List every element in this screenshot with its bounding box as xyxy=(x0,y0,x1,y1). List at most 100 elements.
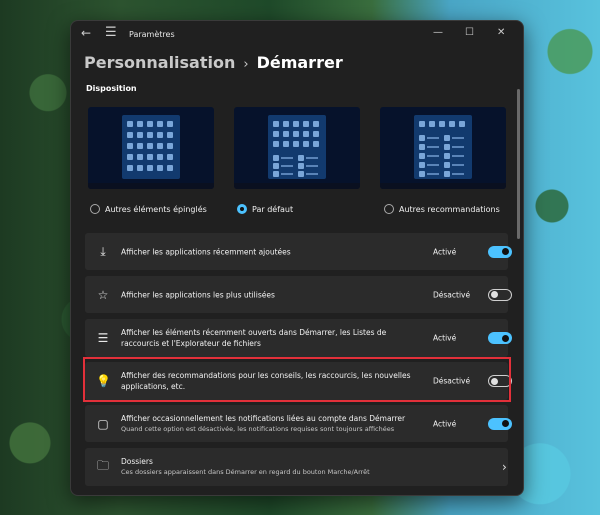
radio-default[interactable]: Par défaut xyxy=(237,204,293,214)
settings-window: ← ☰ Paramètres — ☐ ✕ Personnalisation › Dé… xyxy=(70,20,524,496)
radio-button[interactable] xyxy=(90,204,100,214)
app-tile-preview xyxy=(444,171,450,177)
toggle-state: Activé xyxy=(433,247,457,256)
app-tile-preview xyxy=(273,141,279,147)
radio-label: Autres éléments épinglés xyxy=(105,204,207,214)
app-tile-preview xyxy=(137,121,143,127)
app-tile-preview xyxy=(137,154,143,160)
radio-button-selected[interactable] xyxy=(237,204,247,214)
app-tile-preview xyxy=(167,154,173,160)
app-tile-preview xyxy=(157,121,163,127)
layout-preview-more-pins[interactable] xyxy=(88,107,214,189)
notification-icon: ▢ xyxy=(97,416,109,431)
radio-button[interactable] xyxy=(384,204,394,214)
layout-preview-more-recommendations[interactable] xyxy=(380,107,506,189)
app-tile-preview xyxy=(298,171,304,177)
start-menu-preview xyxy=(268,115,326,179)
toggle-knob xyxy=(491,291,498,298)
setting-row-recent-apps[interactable]: ⤓ Afficher les applications récemment aj… xyxy=(85,233,512,270)
recommendation-line-preview xyxy=(427,164,439,166)
breadcrumb: Personnalisation › Démarrer xyxy=(84,53,343,72)
app-tile-preview xyxy=(147,165,153,171)
app-tile-preview xyxy=(444,162,450,168)
recommendation-line-preview xyxy=(281,165,293,167)
setting-row-account-notifications[interactable]: ▢ Afficher occasionnellement les notific… xyxy=(85,405,512,442)
setting-row-most-used-apps[interactable]: ☆ Afficher les applications les plus uti… xyxy=(85,276,512,313)
app-tile-preview xyxy=(293,121,299,127)
taskbar-preview xyxy=(234,183,360,189)
setting-row-folders[interactable]: 🗀 Dossiers Ces dossiers apparaissent dan… xyxy=(85,448,508,486)
layout-preview-default[interactable] xyxy=(234,107,360,189)
app-tile-preview xyxy=(137,165,143,171)
app-tile-preview xyxy=(419,135,425,141)
start-menu-preview xyxy=(122,115,180,179)
chevron-right-icon[interactable]: › xyxy=(502,460,507,474)
recommendation-line-preview xyxy=(427,155,439,157)
scrollbar[interactable] xyxy=(517,89,520,239)
app-tile-preview xyxy=(313,121,319,127)
app-tile-preview xyxy=(147,154,153,160)
app-tile-preview xyxy=(127,154,133,160)
recommendation-line-preview xyxy=(452,155,464,157)
app-tile-preview xyxy=(449,121,455,127)
taskbar-preview xyxy=(88,183,214,189)
app-tile-preview xyxy=(419,144,425,150)
app-tile-preview xyxy=(444,153,450,159)
radio-more-recommendations[interactable]: Autres recommandations xyxy=(384,204,500,214)
toggle-state: Activé xyxy=(433,333,457,343)
setting-label: Afficher les applications les plus utili… xyxy=(121,290,275,299)
app-tile-preview xyxy=(167,132,173,138)
title-bar: ← ☰ Paramètres — ☐ ✕ xyxy=(71,21,523,49)
app-tile-preview xyxy=(313,141,319,147)
recommendation-line-preview xyxy=(452,173,464,175)
maximize-icon[interactable]: ☐ xyxy=(465,27,474,38)
app-tile-preview xyxy=(439,121,445,127)
app-tile-preview xyxy=(273,155,279,161)
breadcrumb-separator: › xyxy=(243,57,249,72)
breadcrumb-parent[interactable]: Personnalisation xyxy=(84,53,235,72)
recommendation-line-preview xyxy=(452,146,464,148)
setting-description: Quand cette option est désactivée, les n… xyxy=(121,424,395,433)
recommendation-line-preview xyxy=(427,173,439,175)
app-tile-preview xyxy=(137,143,143,149)
recommendation-line-preview xyxy=(452,137,464,139)
minimize-icon[interactable]: — xyxy=(433,27,443,38)
recommendation-line-preview xyxy=(452,164,464,166)
app-tile-preview xyxy=(167,143,173,149)
taskbar-preview xyxy=(380,183,506,189)
toggle-switch[interactable] xyxy=(488,417,512,430)
folder-icon: 🗀 xyxy=(96,458,109,473)
close-icon[interactable]: ✕ xyxy=(497,27,505,38)
toggle-state: Désactivé xyxy=(433,290,471,299)
app-tile-preview xyxy=(157,165,163,171)
setting-label-block: Dossiers Ces dossiers apparaissent dans … xyxy=(121,456,426,478)
setting-label: Dossiers xyxy=(121,457,153,466)
setting-label: Afficher occasionnellement les notificat… xyxy=(121,413,406,423)
setting-row-recent-items[interactable]: ☰ Afficher les éléments récemment ouvert… xyxy=(85,319,512,357)
toggle-switch[interactable] xyxy=(488,288,512,301)
recommendation-line-preview xyxy=(306,165,318,167)
app-tile-preview xyxy=(419,162,425,168)
star-icon: ☆ xyxy=(97,287,109,302)
recommendation-line-preview xyxy=(427,146,439,148)
app-tile-preview xyxy=(127,132,133,138)
app-tile-preview xyxy=(157,132,163,138)
start-menu-preview xyxy=(414,115,472,179)
toggle-switch[interactable] xyxy=(488,245,512,258)
radio-more-pins[interactable]: Autres éléments épinglés xyxy=(90,204,207,214)
back-arrow-icon[interactable]: ← xyxy=(81,26,91,40)
app-tile-preview xyxy=(419,153,425,159)
app-tile-preview xyxy=(459,121,465,127)
recommendation-line-preview xyxy=(281,173,293,175)
app-tile-preview xyxy=(127,121,133,127)
app-tile-preview xyxy=(167,121,173,127)
app-tile-preview xyxy=(293,141,299,147)
setting-label-block: Afficher occasionnellement les notificat… xyxy=(121,413,426,435)
app-tile-preview xyxy=(303,141,309,147)
app-tile-preview xyxy=(147,121,153,127)
hamburger-menu-icon[interactable]: ☰ xyxy=(105,25,117,40)
toggle-switch[interactable] xyxy=(488,332,512,344)
toggle-knob xyxy=(502,334,509,342)
radio-label: Par défaut xyxy=(252,204,294,214)
app-tile-preview xyxy=(283,131,289,137)
